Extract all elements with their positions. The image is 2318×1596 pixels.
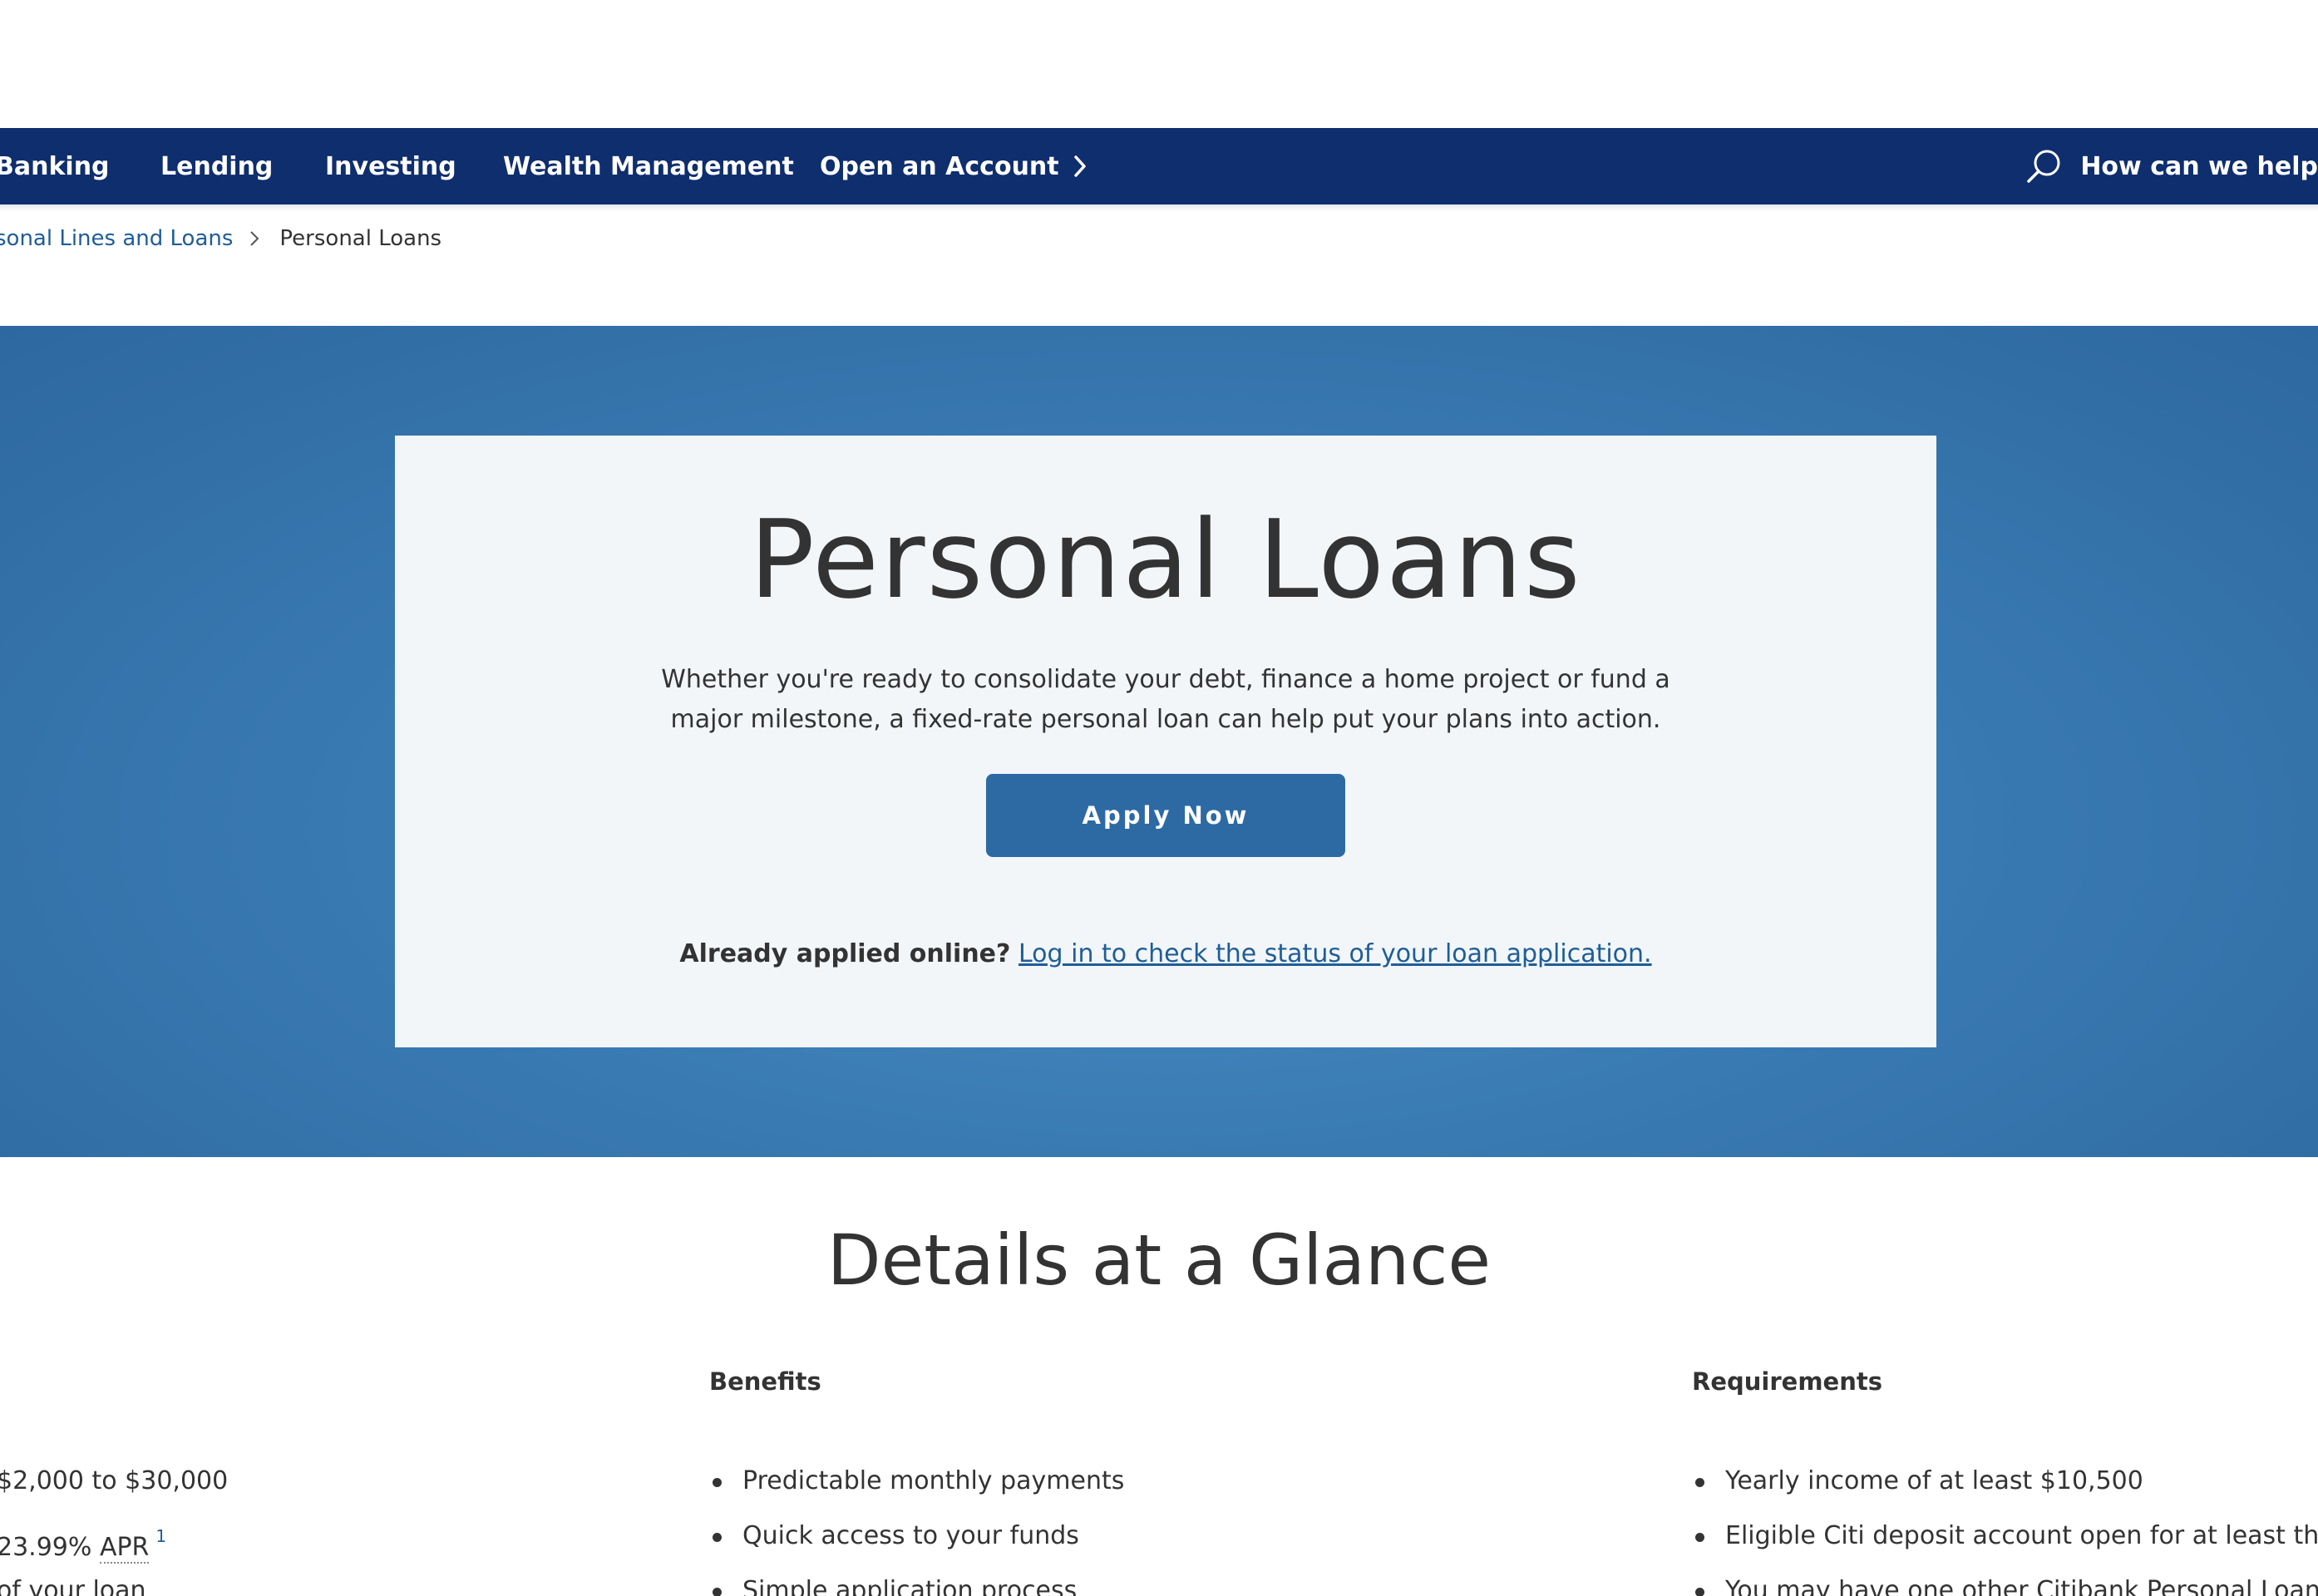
top-nav: Banking Lending Investing Wealth Managem… bbox=[0, 128, 2318, 204]
breadcrumb: sonal Lines and Loans Personal Loans bbox=[0, 224, 441, 253]
list-item: 23.99% APR 1 bbox=[0, 1518, 228, 1573]
nav-item-banking[interactable]: Banking bbox=[0, 128, 110, 204]
apply-now-button[interactable]: Apply Now bbox=[986, 774, 1345, 857]
nav-item-wealth-management[interactable]: Wealth Management bbox=[503, 128, 794, 204]
search-icon bbox=[2025, 148, 2062, 185]
hero-banner: Personal Loans Whether you're ready to c… bbox=[0, 326, 2318, 1157]
list-item: Predictable monthly payments bbox=[709, 1463, 1124, 1518]
check-status-link[interactable]: Log in to check the status of your loan … bbox=[1018, 939, 1652, 968]
page: Banking Lending Investing Wealth Managem… bbox=[0, 0, 2318, 1596]
nav-divider bbox=[0, 204, 2318, 211]
application-status-line: Already applied online? Log in to check … bbox=[395, 939, 1936, 968]
requirements-list: Yearly income of at least $10,500 Eligib… bbox=[1692, 1463, 2318, 1596]
list-item: Yearly income of at least $10,500 bbox=[1692, 1463, 2318, 1518]
list-item: of your loan bbox=[0, 1573, 228, 1596]
nav-item-lending[interactable]: Lending bbox=[160, 128, 273, 204]
list-item: Eligible Citi deposit account open for a… bbox=[1692, 1518, 2318, 1573]
apr-abbreviation[interactable]: APR bbox=[99, 1533, 150, 1564]
list-item: $2,000 to $30,000 bbox=[0, 1463, 228, 1518]
apr-value: 23.99% bbox=[0, 1533, 92, 1562]
list-item: Quick access to your funds bbox=[709, 1518, 1124, 1573]
status-prefix: Already applied online? bbox=[679, 939, 1011, 968]
nav-item-label: Open an Account bbox=[820, 151, 1059, 181]
hero-description: Whether you're ready to consolidate your… bbox=[661, 665, 1670, 734]
hero-card: Personal Loans Whether you're ready to c… bbox=[395, 436, 1936, 1047]
page-title: Personal Loans bbox=[749, 496, 1582, 623]
chevron-right-icon bbox=[1073, 154, 1087, 179]
chevron-right-icon bbox=[249, 230, 259, 247]
breadcrumb-parent-link[interactable]: sonal Lines and Loans bbox=[0, 226, 233, 251]
nav-item-label: Lending bbox=[160, 151, 274, 181]
list-item: Simple application process bbox=[709, 1573, 1124, 1596]
search-label: How can we help bbox=[2080, 151, 2318, 181]
requirements-heading: Requirements bbox=[1692, 1367, 1882, 1396]
loan-details-list: $2,000 to $30,000 23.99% APR 1 of your lo… bbox=[0, 1463, 228, 1596]
benefits-list: Predictable monthly payments Quick acces… bbox=[709, 1463, 1124, 1596]
benefits-heading: Benefits bbox=[709, 1367, 821, 1396]
loan-amount-range: $2,000 to $30,000 bbox=[0, 1466, 229, 1495]
nav-search-button[interactable]: How can we help bbox=[2025, 128, 2318, 204]
details-heading: Details at a Glance bbox=[826, 1219, 1492, 1301]
nav-item-label: Wealth Management bbox=[503, 151, 794, 181]
nav-item-label: Investing bbox=[325, 151, 456, 181]
breadcrumb-current: Personal Loans bbox=[279, 226, 442, 251]
nav-item-label: Banking bbox=[0, 151, 110, 181]
footnote-link[interactable]: 1 bbox=[155, 1526, 166, 1546]
loan-term-text: of your loan bbox=[0, 1576, 146, 1596]
nav-item-investing[interactable]: Investing bbox=[325, 128, 456, 204]
list-item: You may have one other Citibank Personal… bbox=[1692, 1573, 2318, 1596]
nav-item-open-an-account[interactable]: Open an Account bbox=[820, 128, 1087, 204]
